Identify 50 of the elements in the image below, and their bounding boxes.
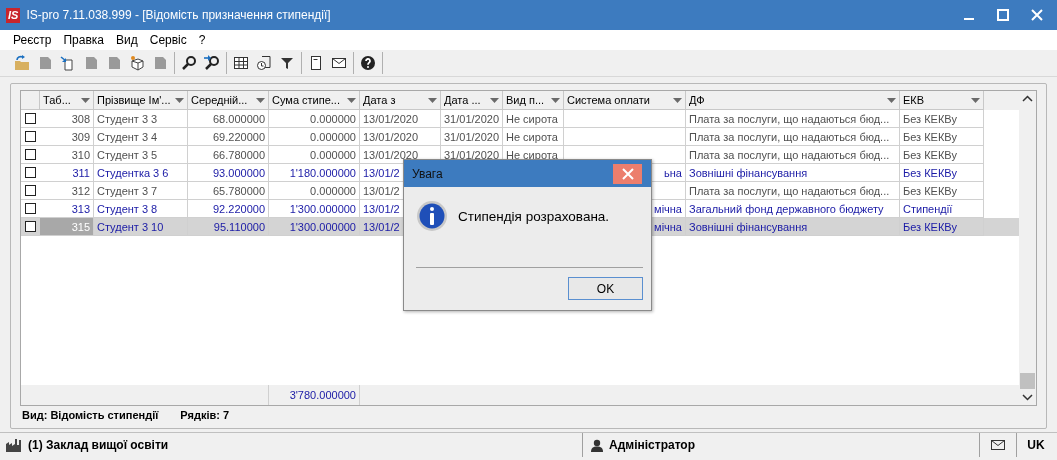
- table-cell: 0.000000: [269, 146, 360, 164]
- table-cell: Без КЕКВу: [900, 110, 984, 128]
- table-cell: Плата за послуги, що надаються бюд...: [686, 146, 900, 164]
- table-cell: Зовнішні фінансування: [686, 164, 900, 182]
- table-cell: 13/01/2020: [360, 110, 441, 128]
- table-cell: Без КЕКВу: [900, 128, 984, 146]
- table-cell: 315: [40, 218, 94, 236]
- table-cell: Без КЕКВу: [900, 182, 984, 200]
- table-cell: 95.110000: [188, 218, 269, 236]
- table-cell: 31/01/2020: [441, 128, 503, 146]
- table-cell: 309: [40, 128, 94, 146]
- organization-label: (1) Заклад вищої освіти: [28, 438, 169, 452]
- table-cell: 310: [40, 146, 94, 164]
- table-cell: Плата за послуги, що надаються бюд...: [686, 110, 900, 128]
- row-count: Рядків: 7: [180, 409, 230, 421]
- table-cell: 0.000000: [269, 182, 360, 200]
- table-cell: Студентка 3 6: [94, 164, 188, 182]
- table-cell: Зовнішні фінансування: [686, 218, 900, 236]
- table-cell: 66.780000: [188, 146, 269, 164]
- table-cell: 13/01/2020: [360, 128, 441, 146]
- table-cell: Студент 3 4: [94, 128, 188, 146]
- table-cell: Без КЕКВу: [900, 164, 984, 182]
- table-cell: 68.000000: [188, 110, 269, 128]
- table-cell: 1'180.000000: [269, 164, 360, 182]
- total-sum: 3'780.000000: [269, 385, 360, 405]
- table-cell: 311: [40, 164, 94, 182]
- table-cell: 312: [40, 182, 94, 200]
- table-cell: 0.000000: [269, 128, 360, 146]
- table-cell: Без КЕКВу: [900, 146, 984, 164]
- table-cell: Плата за послуги, що надаються бюд...: [686, 128, 900, 146]
- dialog-title: Увага: [412, 166, 443, 181]
- table-cell: Студент 3 10: [94, 218, 188, 236]
- table-cell: Студент 3 5: [94, 146, 188, 164]
- table-cell: Студент 3 7: [94, 182, 188, 200]
- table-cell: Без КЕКВу: [900, 218, 984, 236]
- table-cell: 0.000000: [269, 110, 360, 128]
- table-cell: Не сирота: [503, 110, 564, 128]
- user-name: Адміністратор: [609, 438, 695, 452]
- table-cell: 308: [40, 110, 94, 128]
- table-cell: Студент 3 3: [94, 110, 188, 128]
- view-label: Вид: Відомість стипендії: [22, 409, 159, 421]
- window-title: IS-pro 7.11.038.999 - [Відомість призначення стипендії]: [26, 8, 331, 22]
- table-cell: 1'300.000000: [269, 218, 360, 236]
- table-cell: Плата за послуги, що надаються бюд...: [686, 182, 900, 200]
- table-cell: Не сирота: [503, 128, 564, 146]
- table-cell: 93.000000: [188, 164, 269, 182]
- table-cell: 69.220000: [188, 128, 269, 146]
- table-cell: 31/01/2020: [441, 110, 503, 128]
- app-logo: IS: [6, 7, 21, 23]
- table-cell: 65.780000: [188, 182, 269, 200]
